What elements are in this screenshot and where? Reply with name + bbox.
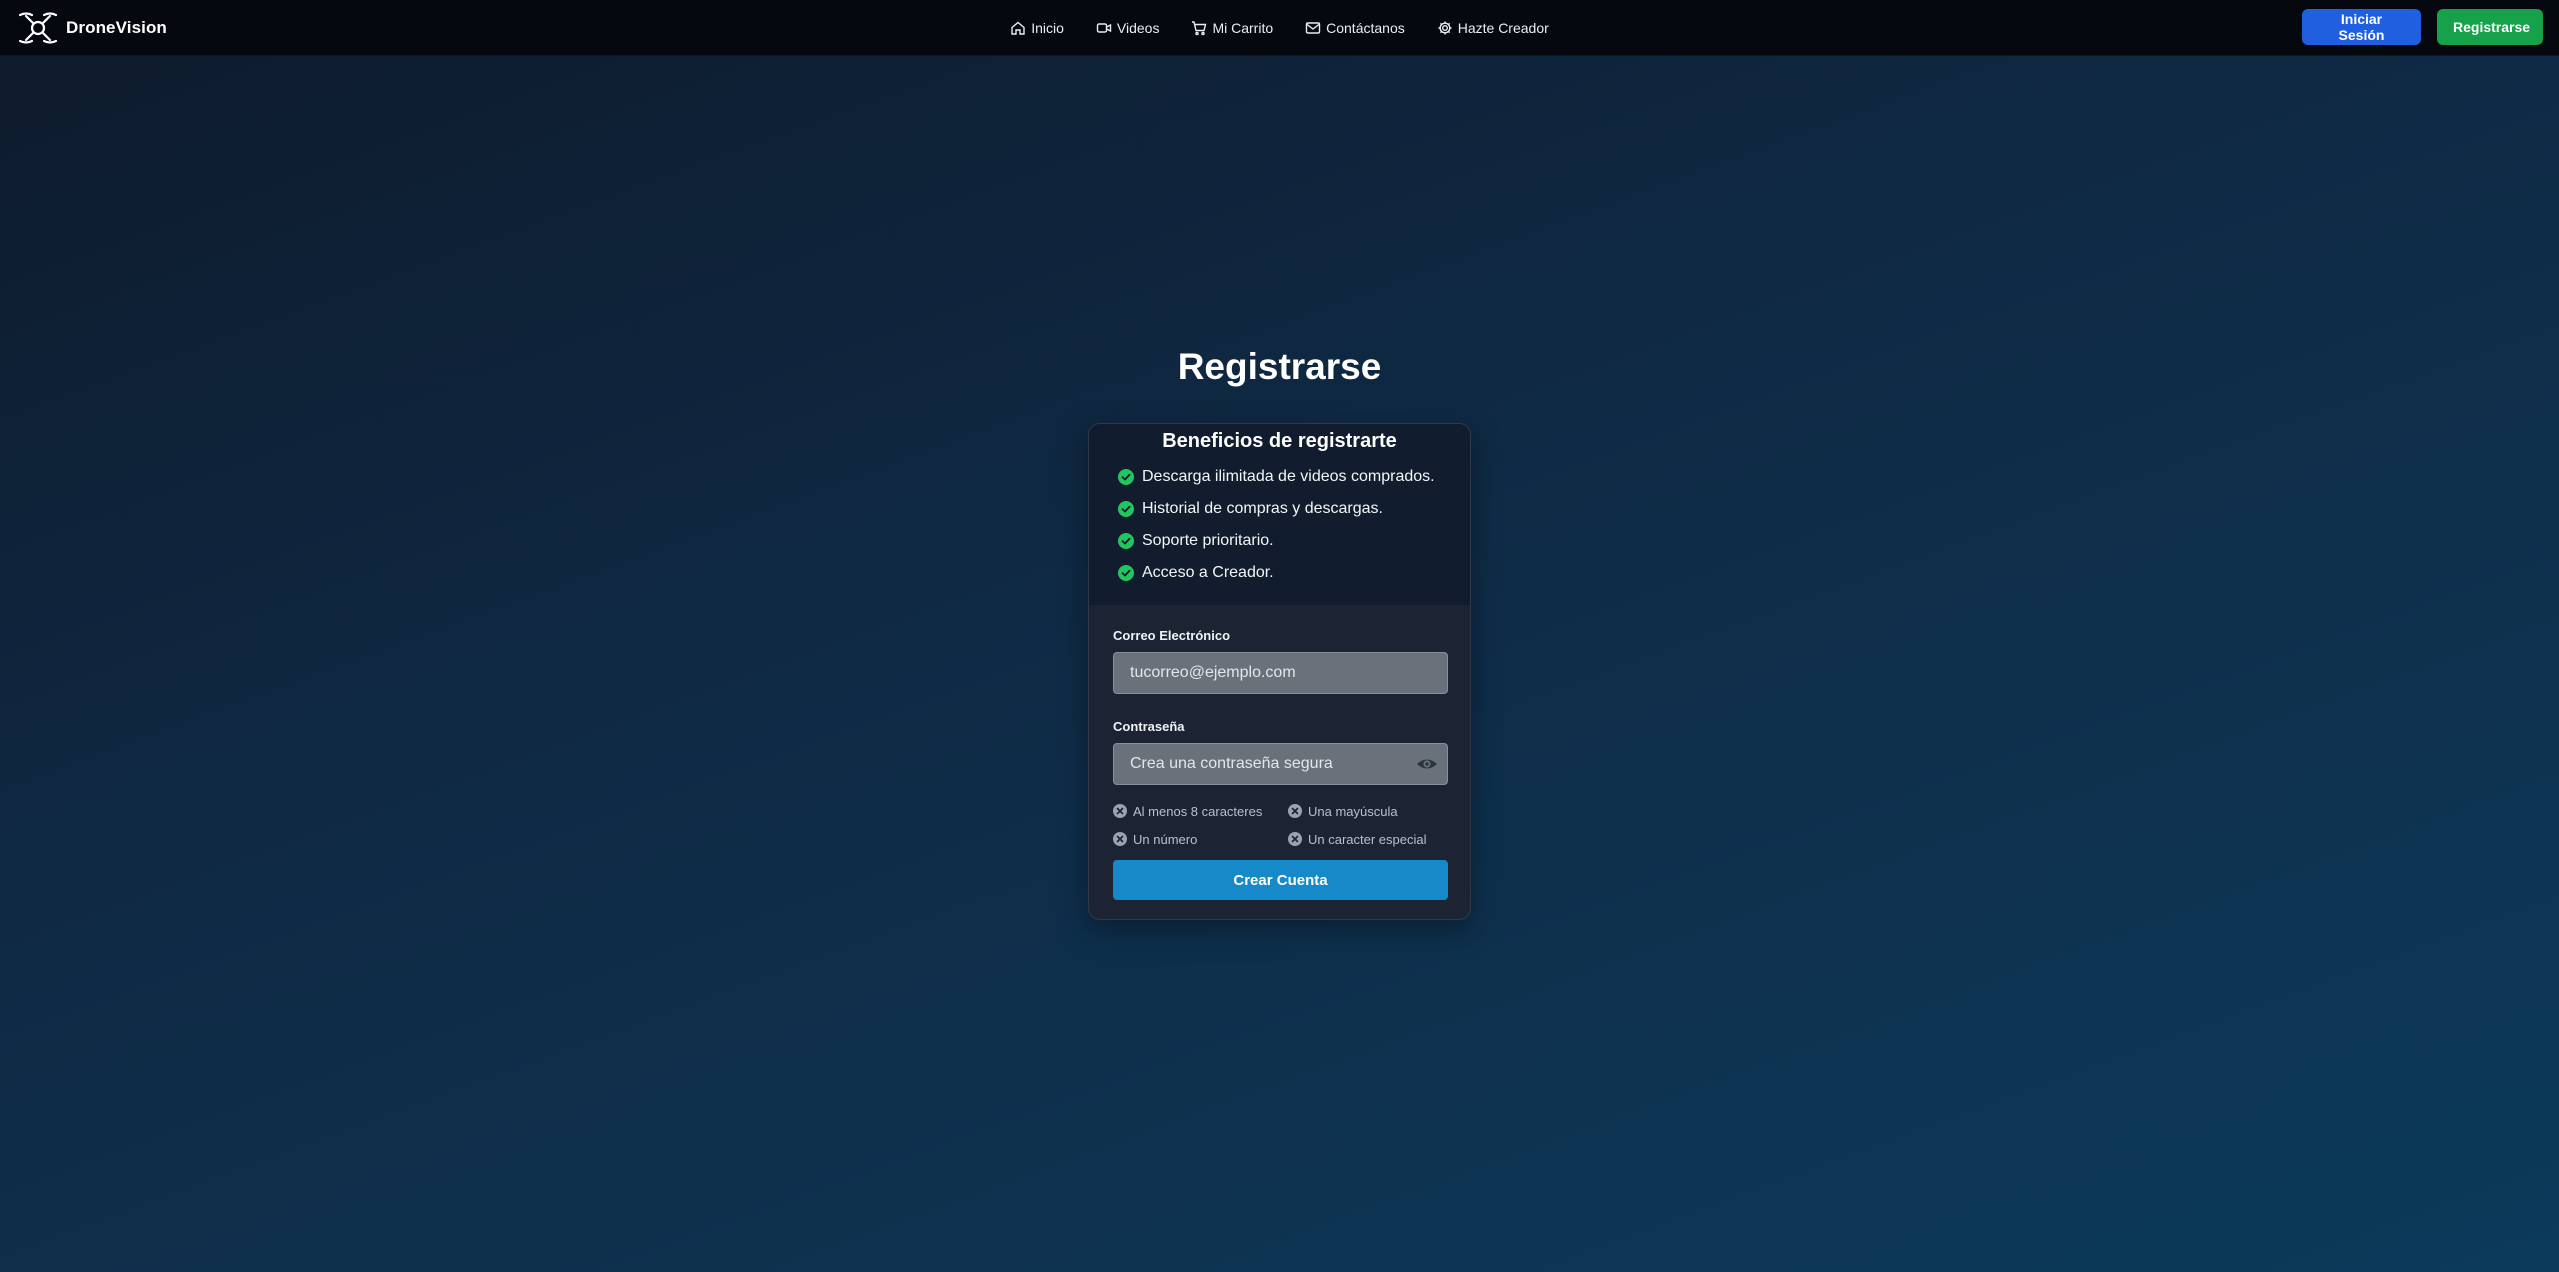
eye-icon[interactable]: [1416, 754, 1438, 774]
main-nav: Inicio Videos Mi Carrito Contáctanos Haz…: [0, 0, 2559, 56]
drone-logo-icon: [18, 12, 58, 44]
password-rule: Una mayúscula: [1288, 802, 1448, 820]
benefits-panel: Beneficios de registrarte Descarga ilimi…: [1089, 424, 1470, 605]
x-circle-icon: [1113, 804, 1127, 818]
page-title: Registrarse: [1177, 346, 1382, 387]
x-circle-icon: [1288, 832, 1302, 846]
password-rule: Un número: [1113, 830, 1288, 848]
nav-link-inicio[interactable]: Inicio: [1010, 20, 1064, 36]
check-circle-icon: [1118, 501, 1134, 517]
email-label: Correo Electrónico: [1113, 628, 1231, 643]
benefit-item: Historial de compras y descargas.: [1118, 493, 1470, 525]
register-form: Correo Electrónico Contraseña Al menos 8…: [1089, 605, 1470, 900]
benefits-title: Beneficios de registrarte: [1162, 430, 1397, 452]
x-circle-icon: [1288, 804, 1302, 818]
login-button[interactable]: Iniciar Sesión: [2302, 9, 2421, 45]
email-field[interactable]: [1113, 652, 1448, 694]
home-icon: [1011, 21, 1025, 35]
password-rules: Al menos 8 caracteres Una mayúscula Un n…: [1113, 802, 1446, 848]
password-rule-text: Un caracter especial: [1308, 831, 1427, 847]
benefit-item: Acceso a Creador.: [1118, 557, 1470, 589]
check-circle-icon: [1118, 533, 1134, 549]
nav-link-label: Mi Carrito: [1212, 20, 1274, 36]
create-account-button[interactable]: Crear Cuenta: [1113, 860, 1448, 900]
benefit-text: Acceso a Creador.: [1142, 564, 1274, 581]
password-rule: Al menos 8 caracteres: [1113, 802, 1288, 820]
nav-link-carrito[interactable]: Mi Carrito: [1191, 20, 1273, 36]
nav-link-label: Inicio: [1031, 20, 1064, 36]
nav-link-hazte-creador[interactable]: Hazte Creador: [1437, 20, 1549, 36]
mail-icon: [1305, 22, 1321, 34]
nav-link-label: Hazte Creador: [1457, 20, 1549, 36]
nav-actions: Iniciar Sesión Registrarse: [2302, 9, 2543, 45]
password-field[interactable]: [1113, 743, 1448, 785]
check-circle-icon: [1118, 565, 1134, 581]
check-circle-icon: [1118, 469, 1134, 485]
brand-name: DroneVision: [66, 18, 167, 37]
nav-link-label: Contáctanos: [1326, 20, 1405, 36]
brand-link[interactable]: DroneVision: [18, 10, 167, 46]
password-rule-text: Un número: [1133, 831, 1198, 847]
navbar: DroneVision Inicio Videos Mi Carrito Con…: [0, 0, 2559, 56]
benefit-list: Descarga ilimitada de videos comprados. …: [1089, 461, 1470, 589]
x-circle-icon: [1113, 832, 1127, 846]
gear-icon: [1438, 21, 1452, 35]
benefit-text: Soporte prioritario.: [1142, 532, 1274, 549]
video-icon: [1096, 23, 1112, 33]
benefit-text: Historial de compras y descargas.: [1142, 500, 1383, 517]
password-label: Contraseña: [1113, 719, 1185, 734]
nav-link-contactanos[interactable]: Contáctanos: [1305, 20, 1405, 36]
benefit-item: Descarga ilimitada de videos comprados.: [1118, 461, 1470, 493]
password-field-wrap: [1113, 743, 1448, 785]
cart-icon: [1192, 21, 1207, 36]
nav-link-label: Videos: [1116, 20, 1160, 36]
benefit-text: Descarga ilimitada de videos comprados.: [1142, 468, 1435, 485]
email-field-wrap: [1113, 652, 1448, 694]
password-rule-text: Una mayúscula: [1308, 803, 1398, 819]
benefit-item: Soporte prioritario.: [1118, 525, 1470, 557]
register-button[interactable]: Registrarse: [2437, 9, 2543, 45]
password-rule-text: Al menos 8 caracteres: [1133, 803, 1263, 819]
register-card: Beneficios de registrarte Descarga ilimi…: [1088, 423, 1471, 920]
password-rule: Un caracter especial: [1288, 830, 1448, 848]
nav-link-videos[interactable]: Videos: [1096, 20, 1160, 36]
